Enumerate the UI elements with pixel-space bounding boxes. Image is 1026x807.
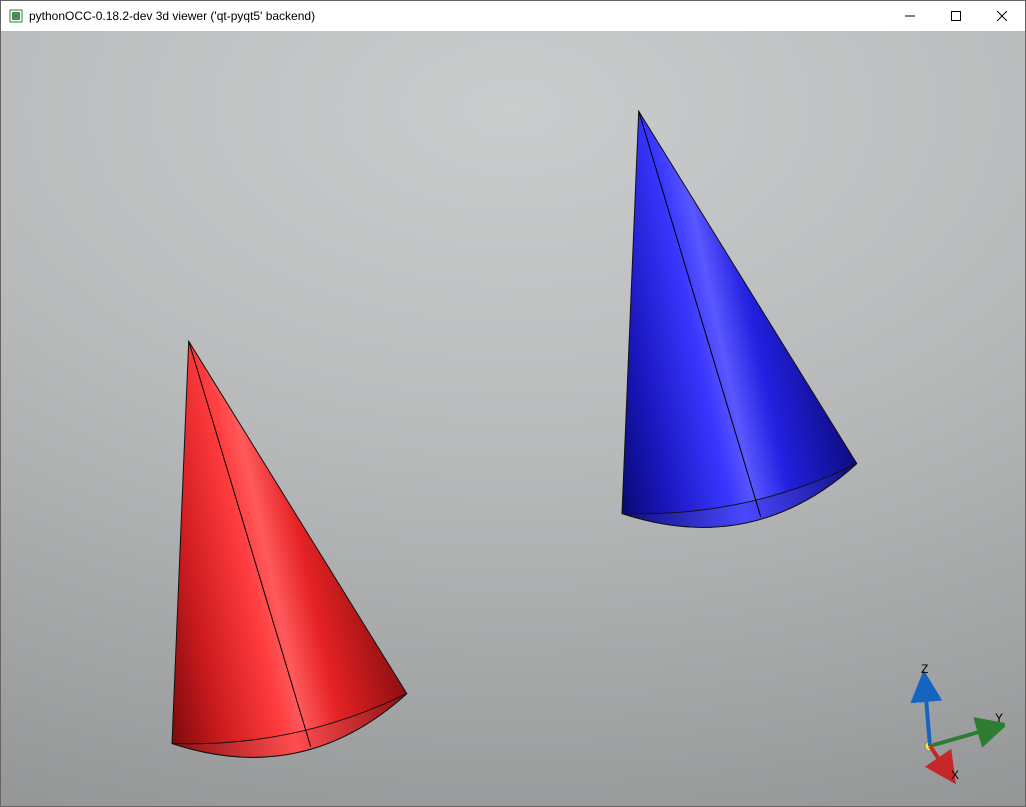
axis-trihedron: Z Y X (875, 656, 1005, 786)
window-title: pythonOCC-0.18.2-dev 3d viewer ('qt-pyqt… (29, 9, 887, 23)
3d-viewport[interactable]: Z Y X (1, 31, 1025, 806)
red-cone[interactable] (71, 311, 451, 806)
window-controls (887, 1, 1025, 31)
x-axis-label: X (951, 768, 959, 782)
x-axis-icon (930, 746, 947, 771)
y-axis-label: Y (995, 711, 1003, 725)
close-button[interactable] (979, 1, 1025, 31)
titlebar[interactable]: pythonOCC-0.18.2-dev 3d viewer ('qt-pyqt… (1, 1, 1025, 31)
minimize-button[interactable] (887, 1, 933, 31)
blue-cone[interactable] (521, 81, 901, 584)
app-icon (9, 9, 23, 23)
y-axis-icon (930, 728, 993, 746)
z-axis-icon (925, 686, 930, 746)
application-window: pythonOCC-0.18.2-dev 3d viewer ('qt-pyqt… (0, 0, 1026, 807)
z-axis-label: Z (921, 662, 928, 676)
maximize-button[interactable] (933, 1, 979, 31)
